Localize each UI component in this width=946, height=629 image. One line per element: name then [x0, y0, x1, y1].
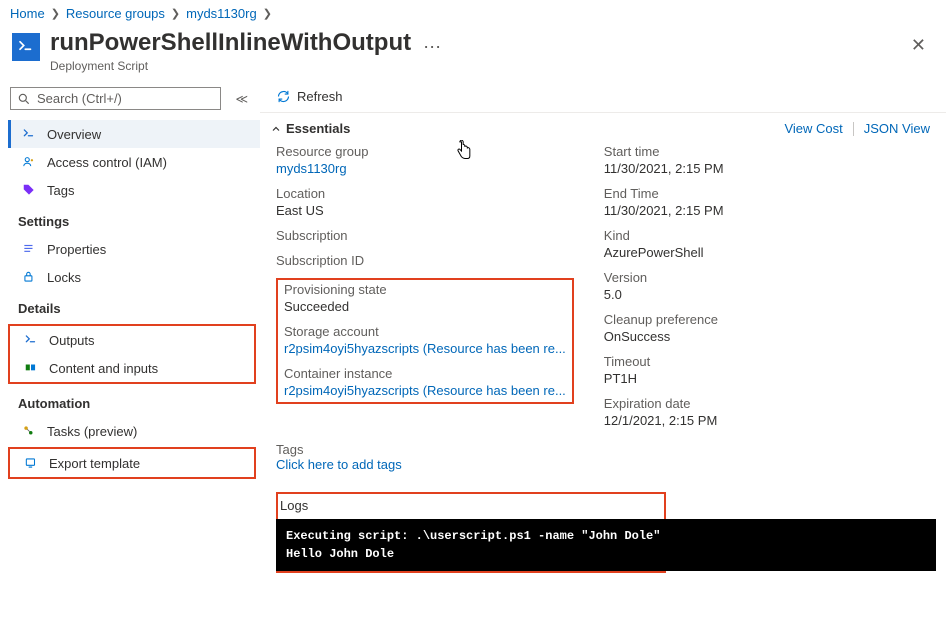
sidebar-item-tasks[interactable]: Tasks (preview) [8, 417, 260, 445]
close-icon[interactable]: ✕ [905, 35, 932, 56]
storage-account-link[interactable]: r2psim4oyi5hyazscripts (Resource has bee… [284, 341, 566, 356]
expiration-label: Expiration date [604, 396, 930, 411]
crumb-rgs[interactable]: Resource groups [66, 6, 165, 21]
collapse-sidebar-icon[interactable]: ≪ [229, 92, 254, 106]
sidebar-section-settings: Settings [8, 204, 260, 235]
sidebar-item-label: Properties [47, 242, 106, 257]
sidebar-item-label: Overview [47, 127, 101, 142]
resource-group-label: Resource group [276, 144, 604, 159]
properties-icon [21, 241, 37, 257]
sidebar-item-label: Content and inputs [49, 361, 158, 376]
tags-icon [21, 182, 37, 198]
deployment-script-icon [12, 33, 40, 61]
crumb-rg[interactable]: myds1130rg [186, 6, 257, 21]
refresh-icon [276, 89, 291, 104]
kind-label: Kind [604, 228, 930, 243]
essentials-title: Essentials [286, 121, 350, 136]
sidebar-item-export-template[interactable]: Export template [10, 449, 254, 477]
sidebar-section-automation: Automation [8, 386, 260, 417]
main-content: Refresh Essentials View Cost JSON View R… [260, 83, 946, 629]
sidebar-item-label: Tasks (preview) [47, 424, 137, 439]
essentials-header[interactable]: Essentials View Cost JSON View [260, 113, 946, 142]
more-menu-icon[interactable]: ⋯ [423, 29, 442, 58]
timeout-label: Timeout [604, 354, 930, 369]
sidebar-item-label: Tags [47, 183, 74, 198]
divider [853, 122, 854, 136]
crumb-home[interactable]: Home [10, 6, 45, 21]
sidebar-item-label: Locks [47, 270, 81, 285]
cleanup-label: Cleanup preference [604, 312, 930, 327]
prov-state-label: Provisioning state [284, 282, 566, 297]
sidebar-item-iam[interactable]: Access control (IAM) [8, 148, 260, 176]
subscription-id-label: Subscription ID [276, 253, 604, 268]
container-instance-link[interactable]: r2psim4oyi5hyazscripts (Resource has bee… [284, 383, 566, 398]
tags-label: Tags [276, 442, 303, 457]
add-tags-link[interactable]: Click here to add tags [276, 457, 402, 472]
outputs-icon [23, 332, 39, 348]
logs-output: Executing script: .\userscript.ps1 -name… [276, 519, 936, 571]
search-placeholder: Search (Ctrl+/) [37, 91, 122, 106]
end-time-label: End Time [604, 186, 930, 201]
start-time-value: 11/30/2021, 2:15 PM [604, 161, 930, 176]
locks-icon [21, 269, 37, 285]
page-subtitle: Deployment Script [50, 59, 411, 73]
logs-title: Logs [278, 494, 664, 519]
search-icon [17, 92, 31, 106]
logs-section: Logs Executing script: .\userscript.ps1 … [276, 492, 666, 573]
location-value: East US [276, 203, 604, 218]
content-inputs-icon [23, 360, 39, 376]
refresh-label: Refresh [297, 89, 343, 104]
kind-value: AzurePowerShell [604, 245, 930, 260]
sidebar: Search (Ctrl+/) ≪ Overview Access contro… [0, 83, 260, 629]
chevron-up-icon [270, 123, 282, 135]
breadcrumb: Home ❯ Resource groups ❯ myds1130rg ❯ [0, 0, 946, 25]
sidebar-item-overview[interactable]: Overview [8, 120, 260, 148]
sidebar-item-content-inputs[interactable]: Content and inputs [10, 354, 254, 382]
sidebar-item-tags[interactable]: Tags [8, 176, 260, 204]
refresh-button[interactable]: Refresh [276, 89, 343, 104]
subscription-label: Subscription [276, 228, 604, 243]
json-view-link[interactable]: JSON View [864, 121, 930, 136]
chevron-right-icon: ❯ [51, 7, 60, 20]
sidebar-item-properties[interactable]: Properties [8, 235, 260, 263]
view-cost-link[interactable]: View Cost [784, 121, 842, 136]
sidebar-item-locks[interactable]: Locks [8, 263, 260, 291]
sidebar-section-details: Details [8, 291, 260, 322]
sidebar-item-label: Export template [49, 456, 140, 471]
expiration-value: 12/1/2021, 2:15 PM [604, 413, 930, 428]
page-header: runPowerShellInlineWithOutput Deployment… [0, 25, 946, 83]
location-label: Location [276, 186, 604, 201]
sidebar-item-outputs[interactable]: Outputs [10, 326, 254, 354]
start-time-label: Start time [604, 144, 930, 159]
overview-icon [21, 126, 37, 142]
tasks-icon [21, 423, 37, 439]
chevron-right-icon: ❯ [171, 7, 180, 20]
export-template-icon [23, 455, 39, 471]
search-input[interactable]: Search (Ctrl+/) [10, 87, 221, 110]
iam-icon [21, 154, 37, 170]
storage-account-label: Storage account [284, 324, 566, 339]
page-title: runPowerShellInlineWithOutput [50, 29, 411, 57]
end-time-value: 11/30/2021, 2:15 PM [604, 203, 930, 218]
version-label: Version [604, 270, 930, 285]
container-instance-label: Container instance [284, 366, 566, 381]
version-value: 5.0 [604, 287, 930, 302]
timeout-value: PT1H [604, 371, 930, 386]
sidebar-item-label: Outputs [49, 333, 95, 348]
toolbar: Refresh [260, 83, 946, 113]
chevron-right-icon: ❯ [263, 7, 272, 20]
resource-group-link[interactable]: myds1130rg [276, 161, 604, 176]
cleanup-value: OnSuccess [604, 329, 930, 344]
prov-state-value: Succeeded [284, 299, 566, 314]
sidebar-item-label: Access control (IAM) [47, 155, 167, 170]
